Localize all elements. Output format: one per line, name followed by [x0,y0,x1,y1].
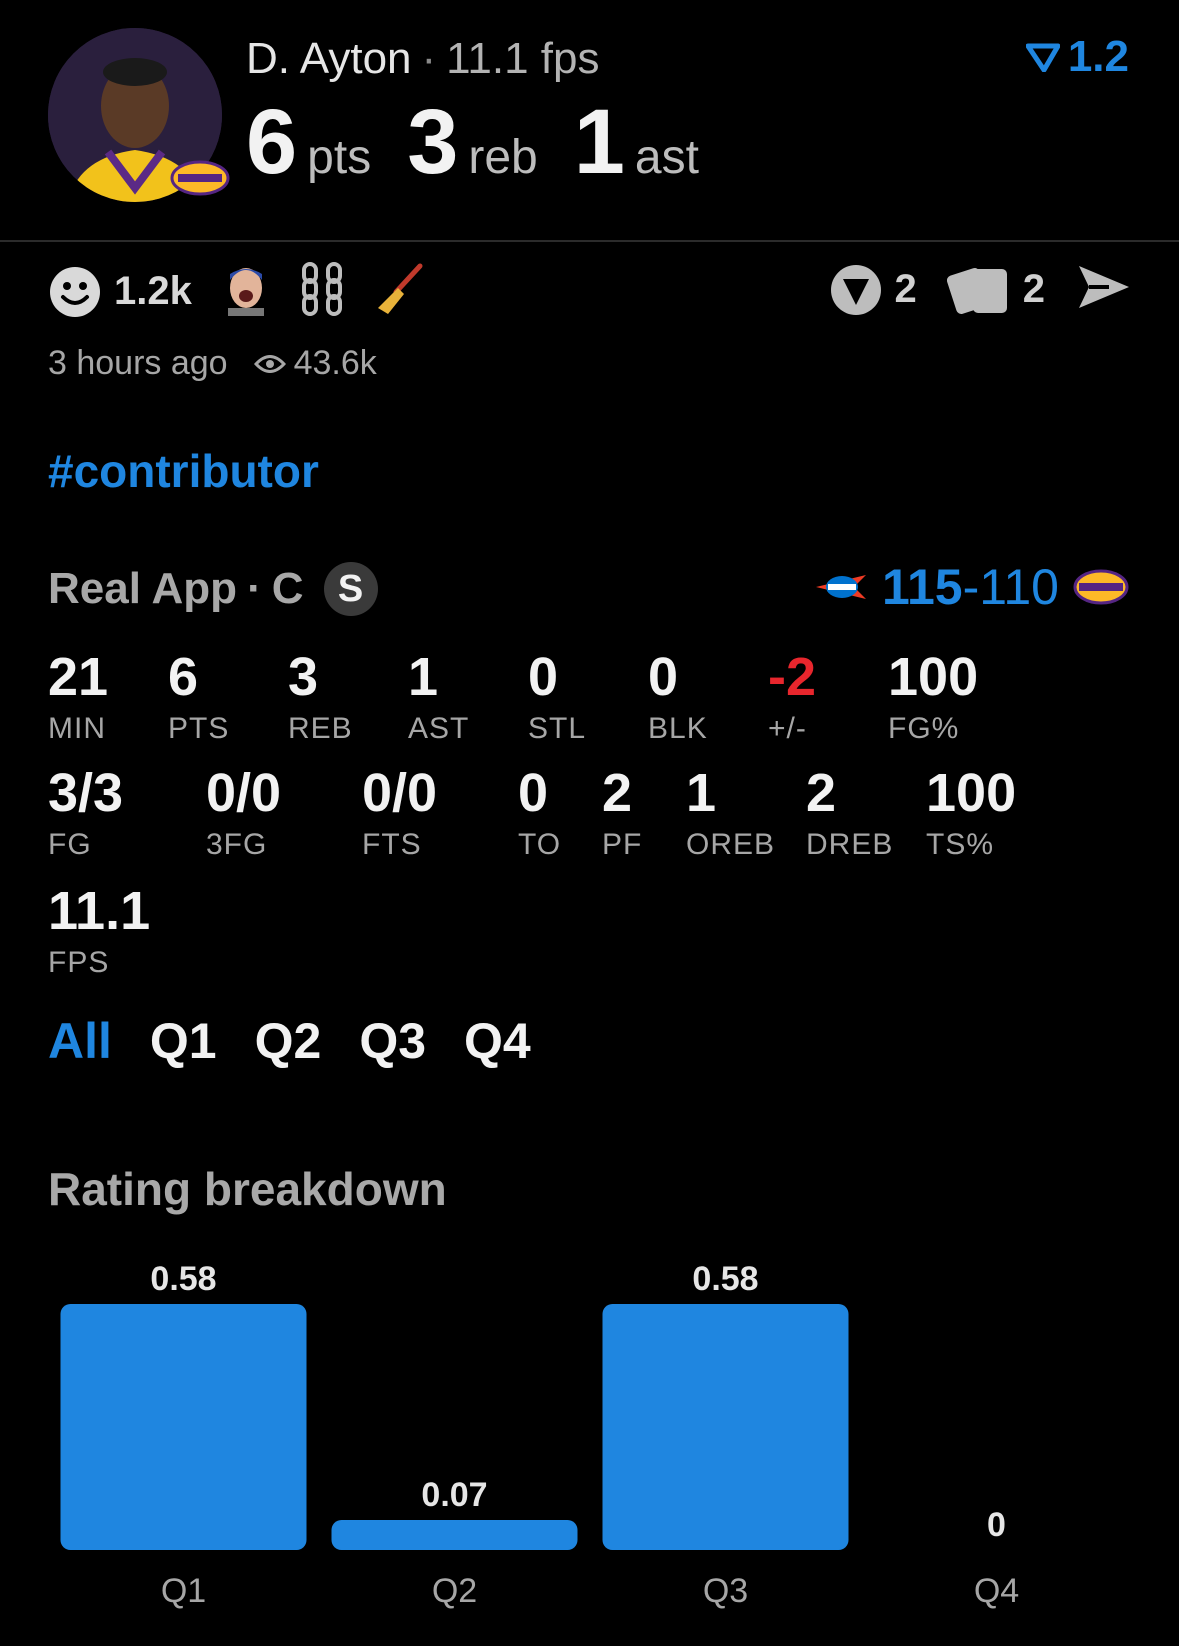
stat-blk: 0 BLK [648,647,708,745]
stat-min: 21 MIN [48,647,109,745]
rating-bar-q1[interactable] [60,1304,307,1550]
rating-breakdown-chart: 0.58 Q1 0.07 Q2 0.58 Q3 0 Q4 [60,1260,1019,1610]
stat-to: 0 TO [518,763,562,861]
rating-category-label-q2: Q2 [432,1572,477,1610]
lakers-logo-icon [1073,569,1129,605]
rating-bar-q3[interactable] [602,1304,849,1550]
game-source: Real App · C S [48,562,378,616]
cards-button[interactable]: 2 [946,263,1045,317]
statline-rebounds: 3 reb [407,91,538,193]
share-button[interactable] [1075,262,1133,317]
reaction-emoji-broom[interactable] [374,262,424,321]
okc-logo-icon [815,575,866,599]
rating-badge[interactable]: 1.2 [1025,32,1129,82]
stat-pts: 6 PTS [168,647,230,745]
quarter-tabs: All Q1 Q2 Q3 Q4 [48,1012,531,1070]
player-name[interactable]: D. Ayton [246,34,412,83]
separator-dot: · [421,34,437,83]
stat-oreb: 1 OREB [686,763,776,861]
tab-q2[interactable]: Q2 [255,1012,322,1070]
stat-pf: 2 PF [602,763,643,861]
post-actions: 2 2 [829,262,1134,317]
predictions-count: 2 [894,267,917,311]
player-title: D. Ayton · 11.1 fps [246,34,599,84]
score-text: 115-110 [881,559,1059,615]
smiley-icon [50,266,100,317]
tab-q1[interactable]: Q1 [150,1012,217,1070]
rating-category-label-q3: Q3 [703,1572,748,1610]
eye-icon [253,354,286,373]
player-fps: 11.1 fps [446,34,600,83]
rating-value-label-q4: 0 [987,1506,1006,1544]
predictions-button[interactable]: 2 [829,263,917,317]
position-label: C [271,564,304,613]
post-time: 3 hours ago [48,344,228,382]
chain-icon [301,262,342,316]
stat-3fg: 0/0 3FG [206,763,282,861]
rating-chevron-icon [1025,43,1060,72]
rating-value-label-q1: 0.58 [150,1260,216,1298]
stat-fts: 0/0 FTS [362,763,438,861]
rating-category-label-q4: Q4 [974,1572,1019,1610]
stat-fg: 3/3 FG [48,763,124,861]
reaction-button[interactable]: 1.2k [48,265,192,319]
broom-icon [377,263,423,314]
source-separator: · [247,564,262,613]
game-score[interactable]: 115-110 [814,558,1129,616]
reaction-emoji-face[interactable] [222,262,270,321]
statline-points: 6 pts [246,91,372,193]
face-emoji-icon [227,268,264,316]
cards-count: 2 [1022,267,1045,311]
lakers-logo-icon [170,160,230,196]
stat-ts-pct: 100 TS% [926,763,1017,861]
stat-fps: 11.1 FPS [48,881,151,979]
stat-stl: 0 STL [528,647,587,745]
stat-plus-minus: -2 +/- [768,647,817,745]
reactions-row: 1.2k [48,262,424,321]
header-divider [0,240,1179,242]
send-icon [1079,266,1129,308]
source-label: Real App [48,564,238,613]
views-count: 43.6k [253,344,377,383]
stat-fg-pct: 100 FG% [888,647,979,745]
reaction-count: 1.2k [114,269,192,313]
prediction-shield-icon [830,264,881,315]
reaction-emoji-chain[interactable] [300,262,344,321]
views-value: 43.6k [293,344,377,382]
tab-q3[interactable]: Q3 [359,1012,426,1070]
post-meta: 3 hours ago 43.6k [48,344,377,383]
tab-all[interactable]: All [48,1012,112,1070]
rating-breakdown-title: Rating breakdown [48,1163,447,1215]
hashtag-link[interactable]: #contributor [48,444,319,498]
stat-dreb: 2 DREB [806,763,894,861]
rating-value-label-q2: 0.07 [421,1476,487,1514]
cards-icon [946,267,1007,314]
rating-value: 1.2 [1067,32,1129,81]
tab-q4[interactable]: Q4 [464,1012,531,1070]
statline: 6 pts 3 reb 1 ast [246,90,699,195]
statline-assists: 1 ast [573,91,699,193]
starter-badge: S [323,562,378,616]
stat-reb: 3 REB [288,647,353,745]
rating-value-label-q3: 0.58 [692,1260,758,1298]
rating-bar-q2[interactable] [331,1520,578,1550]
rating-category-label-q1: Q1 [161,1572,206,1610]
stat-ast: 1 AST [408,647,470,745]
